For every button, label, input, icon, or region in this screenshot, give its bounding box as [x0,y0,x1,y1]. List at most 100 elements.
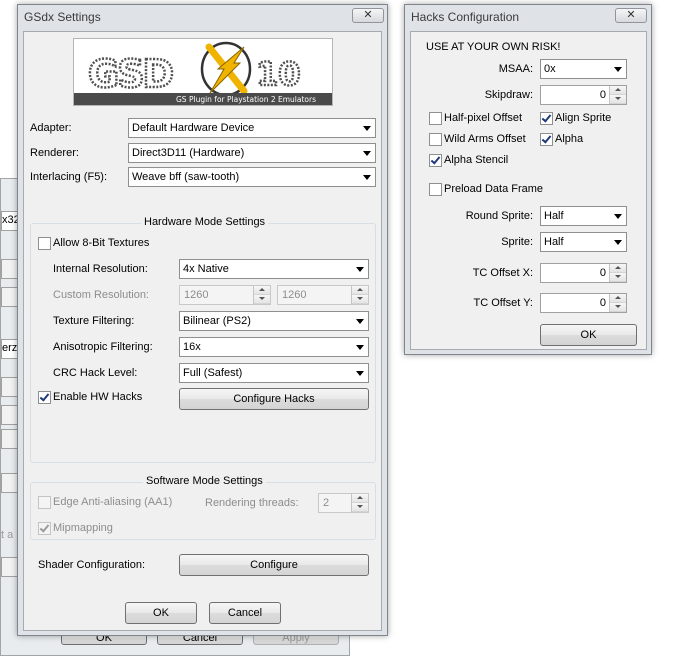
gsdx-cancel-button[interactable]: Cancel [209,602,281,624]
renderer-label: Renderer: [30,147,79,159]
hacks-configuration-window: Hacks Configuration ✕ USE AT YOUR OWN RI… [404,4,652,355]
allow-8bit-checkbox[interactable] [38,237,51,250]
gsdx-titlebar[interactable]: GSdx Settings ✕ [18,5,387,29]
adapter-value: Default Hardware Device [132,122,255,134]
risk-warning: USE AT YOUR OWN RISK! [426,41,561,53]
sprite-value: Half [544,236,564,248]
alpha-checkbox[interactable] [540,133,553,146]
spinner-arrows-icon[interactable] [351,494,368,512]
logo-main-text: GSD [88,52,173,96]
logo-version-text: 10 [256,55,301,93]
chevron-down-icon [356,371,364,376]
chevron-down-icon [356,345,364,350]
preload-data-frame-checkbox[interactable] [429,183,442,196]
gsdx-logo-graphic: GSD 10 GS Plugin for Playstation 2 Emula… [74,39,332,105]
skipdraw-value: 0 [599,89,606,101]
skipdraw-label: Skipdraw: [484,89,533,101]
anisotropic-filtering-select[interactable]: 16x [179,337,369,357]
spinner-arrows-icon[interactable] [253,286,270,304]
interlacing-select[interactable]: Weave bff (saw-tooth) [128,167,376,187]
round-sprite-select[interactable]: Half [540,206,627,226]
allow-8bit-label: Allow 8-Bit Textures [53,237,150,249]
hacks-titlebar[interactable]: Hacks Configuration ✕ [405,5,651,29]
spinner-arrows-icon[interactable] [351,286,368,304]
gsdx-ok-button[interactable]: OK [125,602,197,624]
chevron-down-icon [363,175,371,180]
round-sprite-label: Round Sprite: [465,210,533,222]
gsdx-settings-window: GSdx Settings ✕ GSD 10 GS Plugin for Pla… [17,4,388,636]
round-sprite-value: Half [544,210,564,222]
rendering-threads-value: 2 [323,497,330,509]
close-icon: ✕ [626,9,636,21]
sprite-label: Sprite: [501,236,533,248]
custom-resolution-height-value: 1260 [282,289,307,301]
preload-data-frame-label: Preload Data Frame [444,183,544,195]
interlacing-value: Weave bff (saw-tooth) [132,171,240,183]
renderer-value: Direct3D11 (Hardware) [132,147,245,159]
gsdx-window-title: GSdx Settings [24,10,101,24]
version-10-icon: 10 [255,54,302,95]
renderer-select[interactable]: Direct3D11 (Hardware) [128,143,376,163]
wild-arms-offset-checkbox[interactable] [429,133,442,146]
chevron-down-icon [614,240,622,245]
align-sprite-checkbox[interactable] [540,112,553,125]
internal-resolution-select[interactable]: 4x Native [179,259,369,279]
texture-filtering-value: Bilinear (PS2) [183,315,251,327]
shader-configuration-label: Shader Configuration: [38,559,146,571]
x-lightning-icon [200,41,252,97]
skipdraw-spinner[interactable]: 0 [540,85,627,105]
alpha-label: Alpha [555,133,584,145]
crc-hack-level-value: Full (Safest) [183,367,243,379]
software-mode-title: Software Mode Settings [143,475,266,487]
interlacing-label: Interlacing (F5): [30,171,108,183]
chevron-down-icon [363,126,371,131]
chevron-down-icon [356,267,364,272]
rendering-threads-spinner[interactable]: 2 [318,493,369,513]
chevron-down-icon [356,319,364,324]
shader-configure-button[interactable]: Configure [179,554,369,576]
msaa-value: 0x [544,63,556,75]
configure-hacks-button[interactable]: Configure Hacks [179,388,369,410]
msaa-select[interactable]: 0x [540,59,627,79]
mipmapping-checkbox[interactable] [38,522,51,535]
custom-resolution-width-spinner[interactable]: 1260 [179,285,271,305]
tc-offset-y-spinner[interactable]: 0 [540,293,627,313]
texture-filtering-select[interactable]: Bilinear (PS2) [179,311,369,331]
crc-hack-level-label: CRC Hack Level: [53,367,138,379]
hacks-close-button[interactable]: ✕ [615,8,647,23]
tc-offset-x-value: 0 [599,267,606,279]
alpha-stencil-label: Alpha Stencil [444,154,509,166]
rendering-threads-label: Rendering threads: [205,497,299,509]
close-icon: ✕ [363,9,373,21]
half-pixel-offset-label: Half-pixel Offset [444,112,523,124]
chevron-down-icon [363,151,371,156]
internal-resolution-value: 4x Native [183,263,229,275]
adapter-select[interactable]: Default Hardware Device [128,118,376,138]
texture-filtering-label: Texture Filtering: [53,315,135,327]
adapter-label: Adapter: [30,122,72,134]
anisotropic-filtering-value: 16x [183,341,201,353]
edge-antialiasing-checkbox[interactable] [38,496,51,509]
internal-resolution-label: Internal Resolution: [53,263,148,275]
background-fragment-3: t a [1,529,14,541]
logo-tagline: GS Plugin for Playstation 2 Emulators [176,95,316,104]
edge-antialiasing-label: Edge Anti-aliasing (AA1) [53,496,173,508]
chevron-down-icon [614,67,622,72]
sprite-select[interactable]: Half [540,232,627,252]
chevron-down-icon [614,214,622,219]
half-pixel-offset-checkbox[interactable] [429,112,442,125]
align-sprite-label: Align Sprite [555,112,612,124]
custom-resolution-width-value: 1260 [184,289,209,301]
spinner-arrows-icon[interactable] [609,294,626,312]
custom-resolution-height-spinner[interactable]: 1260 [277,285,369,305]
spinner-arrows-icon[interactable] [609,264,626,282]
enable-hw-hacks-checkbox[interactable] [38,391,51,404]
crc-hack-level-select[interactable]: Full (Safest) [179,363,369,383]
hacks-ok-button[interactable]: OK [540,324,637,346]
alpha-stencil-checkbox[interactable] [429,154,442,167]
spinner-arrows-icon[interactable] [609,86,626,104]
anisotropic-filtering-label: Anisotropic Filtering: [53,341,153,353]
tc-offset-x-spinner[interactable]: 0 [540,263,627,283]
hacks-window-title: Hacks Configuration [411,10,520,24]
gsdx-close-button[interactable]: ✕ [352,8,384,23]
